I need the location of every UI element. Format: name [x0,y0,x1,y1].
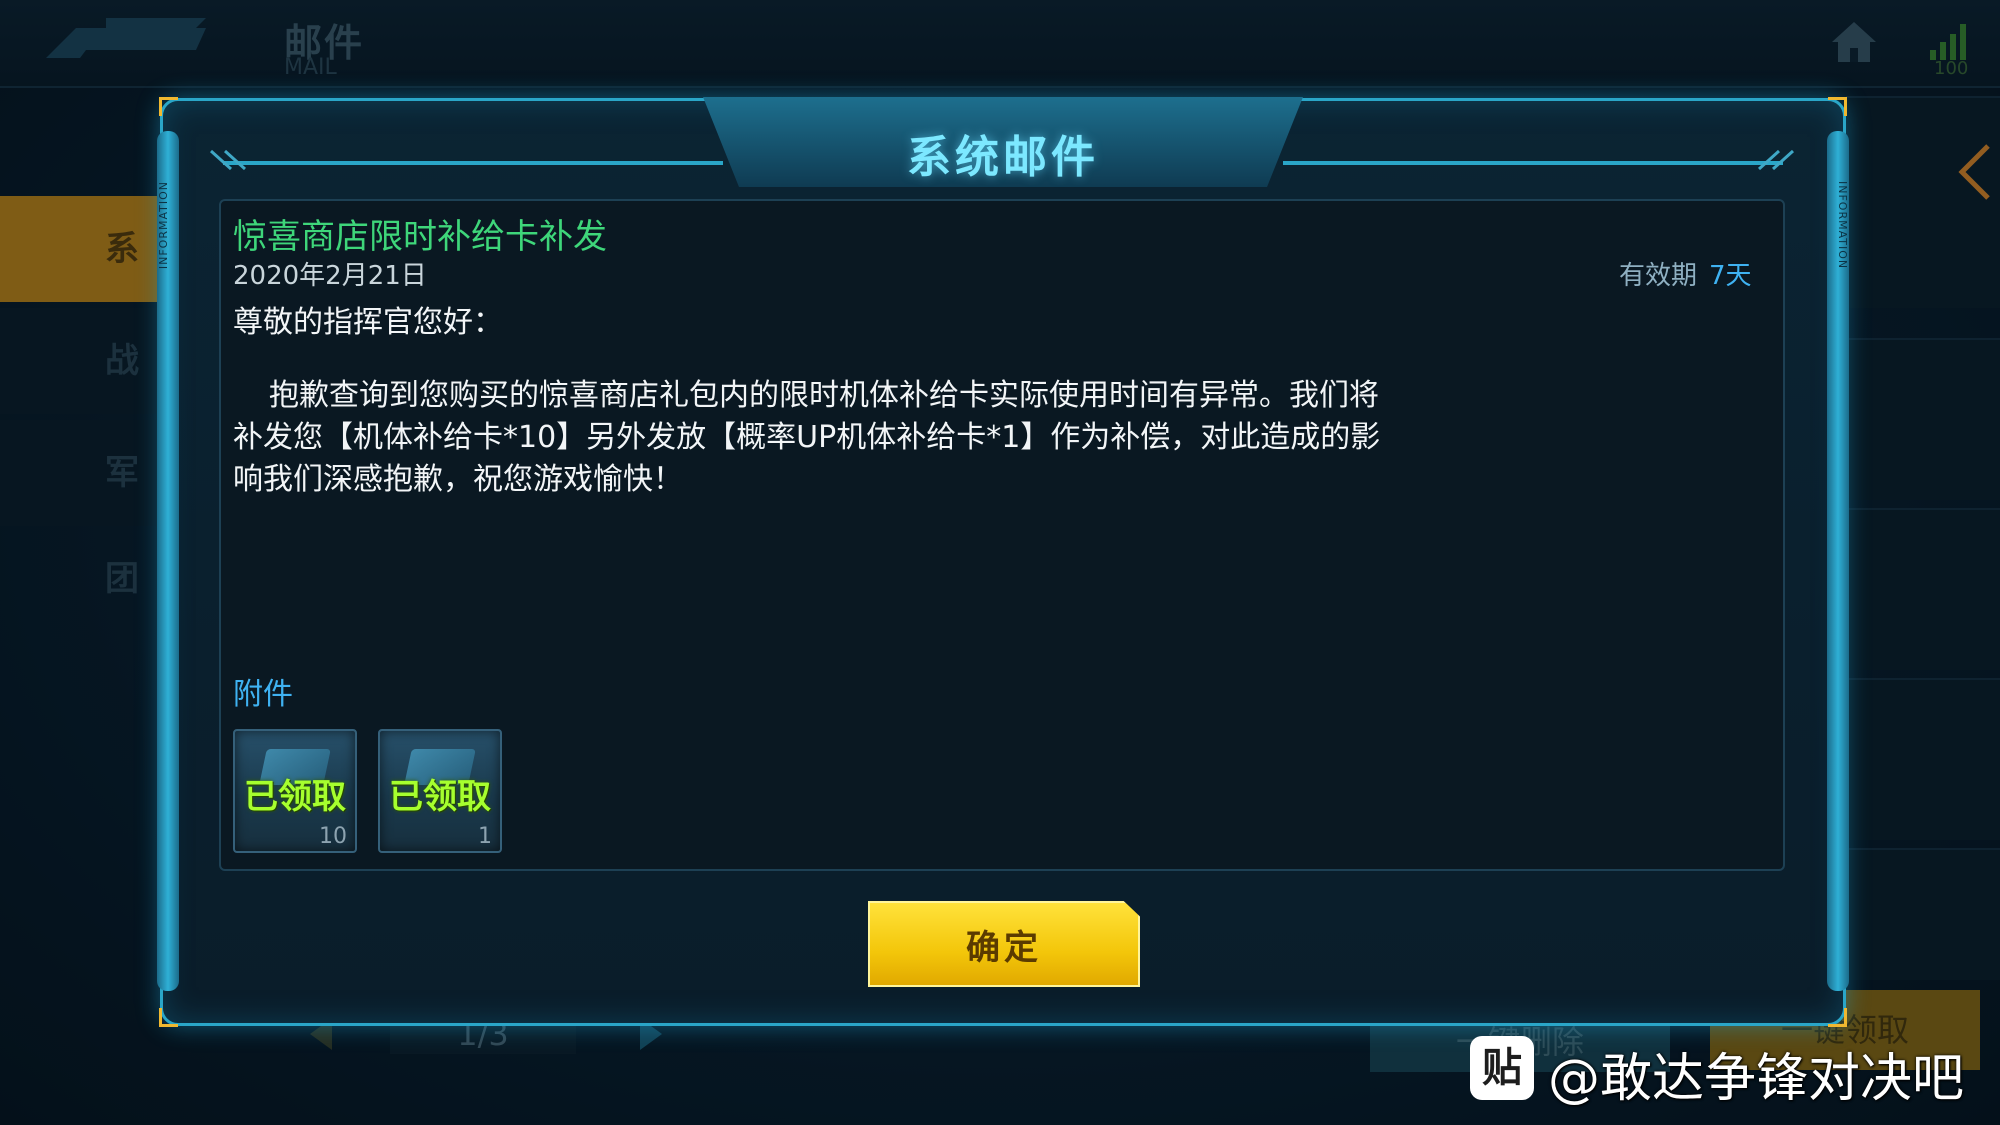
mail-greeting: 尊敬的指挥官您好： [233,305,503,340]
attachment-item[interactable]: 已领取 1 [378,729,502,853]
attachment-count: 1 [478,824,492,849]
claimed-status: 已领取 [244,777,346,817]
mail-body: 抱歉查询到您购买的惊喜商店礼包内的限时机体补给卡实际使用时间有异常。我们将补发您… [233,378,1381,497]
attachment-item[interactable]: 已领取 10 [233,729,357,853]
attachment-count: 10 [319,824,347,849]
title-divider [223,161,723,165]
system-mail-dialog: INFORMATION INFORMATION 系统邮件 惊喜商店限时补给卡补发… [157,97,1849,1027]
mail-content: 惊喜商店限时补给卡补发 2020年2月21日 有效期 7天 尊敬的指挥官您好： … [219,199,1785,871]
validity-value: 7天 [1709,261,1752,291]
mail-subject: 惊喜商店限时补给卡补发 [233,217,607,257]
rail-label: INFORMATION [157,181,170,270]
slash-decoration-icon [209,149,247,171]
slash-decoration-icon [1757,149,1795,171]
tieba-logo-icon: 贴 [1470,1036,1534,1100]
left-rail: INFORMATION [157,131,179,991]
mail-date: 2020年2月21日 [233,261,427,291]
claimed-status: 已领取 [389,777,491,817]
attachments-label: 附件 [233,677,293,712]
confirm-button[interactable]: 确定 [868,901,1140,987]
dialog-title: 系统邮件 [907,132,1099,183]
rail-label: INFORMATION [1836,181,1849,270]
corner-decoration [159,97,178,116]
watermark-text: @敢达争锋对决吧 [1548,1049,1965,1109]
corner-decoration [1828,97,1847,116]
title-divider [1283,161,1783,165]
corner-decoration [1828,1008,1847,1027]
corner-decoration [159,1008,178,1027]
validity-label: 有效期 [1619,261,1698,291]
right-rail: INFORMATION [1827,131,1849,991]
